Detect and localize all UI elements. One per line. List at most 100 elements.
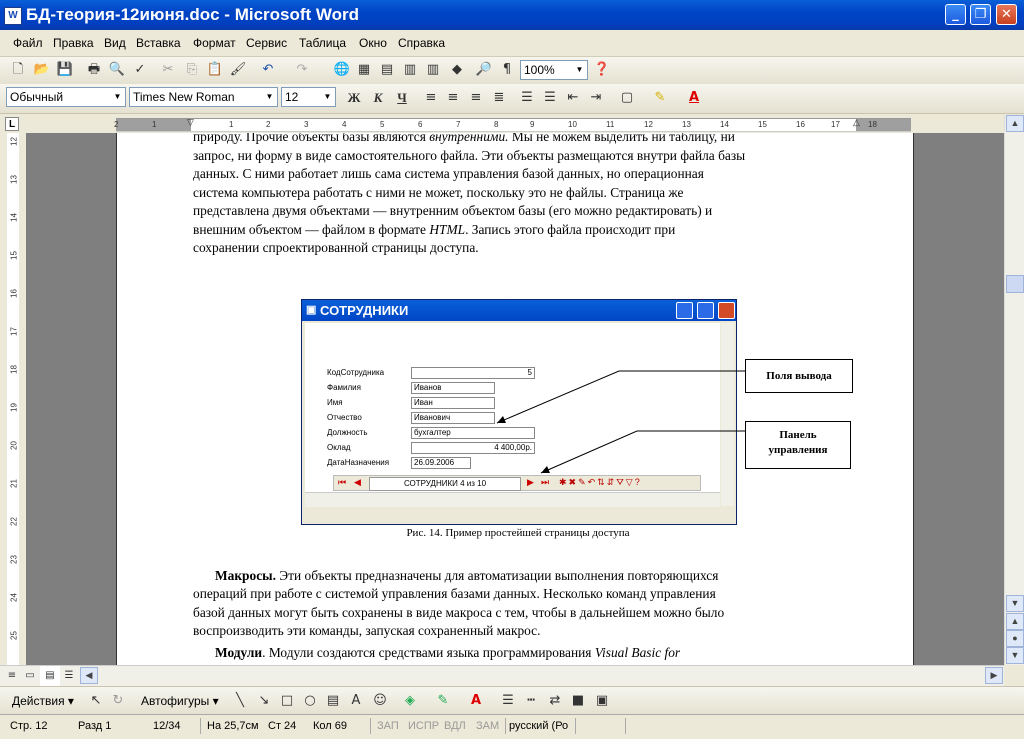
line-style-icon[interactable]: ☰	[498, 691, 518, 711]
fill-color-icon[interactable]: ◈	[400, 691, 420, 711]
menu-help[interactable]: Справка	[398, 36, 445, 50]
previous-page-icon[interactable]: ▲	[1006, 613, 1024, 630]
right-indent-marker-icon[interactable]: △	[853, 117, 860, 128]
scroll-down-icon[interactable]: ▼	[1006, 595, 1024, 612]
decrease-indent-icon[interactable]: ⇤	[563, 88, 583, 108]
status-overtype[interactable]: ЗАМ	[476, 718, 499, 734]
line-icon[interactable]: ╲	[230, 691, 250, 711]
restore-button[interactable]: ❐	[970, 4, 991, 25]
font-size-select[interactable]: 12 ▼	[281, 87, 336, 107]
dash-style-icon[interactable]: ┅	[521, 691, 541, 711]
indent-marker-icon[interactable]: ▽	[187, 117, 194, 128]
close-button[interactable]: ✕	[996, 4, 1017, 25]
scroll-right-icon[interactable]: ▶	[985, 667, 1003, 684]
underline-button[interactable]: Ч	[392, 88, 412, 108]
paste-icon[interactable]: 📋	[205, 60, 225, 80]
line-color-icon[interactable]: ✎	[433, 691, 453, 711]
vruler-number: 22	[9, 517, 19, 526]
menu-view[interactable]: Вид	[104, 36, 126, 50]
print-layout-icon[interactable]: ▤	[40, 666, 60, 686]
print-icon[interactable]: 🖶	[84, 60, 104, 80]
font-select[interactable]: Times New Roman ▼	[129, 87, 278, 107]
minimize-button[interactable]: _	[945, 4, 966, 25]
browse-object-icon[interactable]: ●	[1006, 630, 1024, 647]
open-folder-icon[interactable]: 📂	[32, 60, 52, 80]
copy-icon[interactable]: ⎘	[182, 60, 202, 80]
rectangle-icon[interactable]: □	[277, 691, 297, 711]
paragraph-line: операций при работе с системой управлени…	[193, 586, 716, 601]
free-rotate-icon[interactable]: ↻	[108, 691, 128, 711]
word-app-icon[interactable]: W	[4, 7, 22, 25]
cut-icon[interactable]: ✂	[158, 60, 178, 80]
outline-view-icon[interactable]: ☰	[59, 666, 79, 686]
font-color-icon[interactable]: A	[684, 88, 704, 108]
bold-button[interactable]: Ж	[344, 88, 364, 108]
hyperlink-icon[interactable]: 🌐	[332, 60, 352, 80]
insert-excel-icon[interactable]: ▥	[400, 60, 420, 80]
increase-indent-icon[interactable]: ⇥	[586, 88, 606, 108]
document-page[interactable]: природу. Прочие объекты базы являются вн…	[116, 133, 914, 665]
menu-insert[interactable]: Вставка	[136, 36, 181, 50]
help-icon[interactable]: ❓	[592, 60, 612, 80]
scroll-left-icon[interactable]: ◀	[80, 667, 98, 684]
ruler-strip[interactable]: 2 1 1 2 3 4 5 6 7 8 9 10 11 12 13 14 15 …	[114, 118, 911, 132]
highlight-icon[interactable]: ✎	[650, 88, 670, 108]
save-icon[interactable]: 💾	[55, 60, 75, 80]
print-preview-icon[interactable]: 🔍	[107, 60, 127, 80]
numbering-icon[interactable]: ☰	[517, 88, 537, 108]
zoom-select[interactable]: 100% ▼	[520, 60, 588, 80]
align-right-icon[interactable]: ≡	[466, 88, 486, 108]
shadow-icon[interactable]: ■	[568, 691, 588, 711]
menu-file[interactable]: Файл	[13, 36, 43, 50]
arrow-style-icon[interactable]: ⇄	[545, 691, 565, 711]
new-document-icon[interactable]: 🗋	[8, 60, 28, 80]
tables-borders-icon[interactable]: ▦	[354, 60, 374, 80]
undo-icon[interactable]: ↶	[258, 60, 278, 80]
normal-view-icon[interactable]: ≡	[2, 666, 22, 686]
oval-icon[interactable]: ○	[300, 691, 320, 711]
document-map-icon[interactable]: 🔎	[474, 60, 494, 80]
justify-icon[interactable]: ≣	[489, 88, 509, 108]
select-objects-icon[interactable]: ↖	[86, 691, 106, 711]
clipart-icon[interactable]: ☺	[370, 691, 390, 711]
align-left-icon[interactable]: ≡	[421, 88, 441, 108]
borders-icon[interactable]: ▢	[617, 88, 637, 108]
autoshapes-menu[interactable]: Автофигуры ▾	[141, 694, 219, 708]
3d-style-icon[interactable]: ▣	[592, 691, 612, 711]
vertical-scrollbar[interactable]: ▲ ▼ ▲ ● ▼	[1004, 115, 1024, 665]
align-center-icon[interactable]: ≡	[443, 88, 463, 108]
arrow-icon[interactable]: ↘	[254, 691, 274, 711]
web-view-icon[interactable]: ▭	[20, 666, 40, 686]
scroll-up-icon[interactable]: ▲	[1006, 115, 1024, 132]
tab-selector[interactable]: L	[5, 117, 19, 131]
horizontal-scrollbar[interactable]: ≡ ▭ ▤ ☰ ◀ ▶	[0, 665, 1004, 686]
text-box-icon[interactable]: ▤	[323, 691, 343, 711]
document-area[interactable]: природу. Прочие объекты базы являются вн…	[26, 133, 1004, 665]
menu-format[interactable]: Формат	[193, 36, 236, 50]
italic-button[interactable]: К	[368, 88, 388, 108]
ruler-number: 1	[152, 120, 157, 129]
menu-table[interactable]: Таблица	[299, 36, 346, 50]
insert-table-icon[interactable]: ▤	[377, 60, 397, 80]
style-select[interactable]: Обычный ▼	[6, 87, 126, 107]
show-hide-icon[interactable]: ¶	[497, 60, 517, 80]
figure-access-page[interactable]: ▣ СОТРУДНИКИ КодСотрудника 5 Фамилия Ива…	[301, 299, 737, 525]
status-track-changes[interactable]: ИСПР	[408, 718, 439, 734]
status-extend[interactable]: ВДЛ	[444, 718, 466, 734]
menu-window[interactable]: Окно	[359, 36, 387, 50]
redo-icon[interactable]: ↷	[292, 60, 312, 80]
actions-menu[interactable]: Действия ▾	[12, 694, 74, 708]
menu-tools[interactable]: Сервис	[246, 36, 287, 50]
format-painter-icon[interactable]: 🖌	[228, 60, 248, 80]
scroll-thumb[interactable]	[1006, 275, 1024, 293]
font-size-value: 12	[285, 90, 299, 104]
status-record-macro[interactable]: ЗАП	[377, 718, 399, 734]
wordart-icon[interactable]: A	[346, 691, 366, 711]
next-page-icon[interactable]: ▼	[1006, 647, 1024, 664]
columns-icon[interactable]: ▥	[423, 60, 443, 80]
bullets-icon[interactable]: ☰	[540, 88, 560, 108]
drawing-icon[interactable]: ◆	[447, 60, 467, 80]
menu-edit[interactable]: Правка	[53, 36, 94, 50]
spelling-icon[interactable]: ✓	[130, 60, 150, 80]
font-color-icon[interactable]: A	[466, 691, 486, 711]
